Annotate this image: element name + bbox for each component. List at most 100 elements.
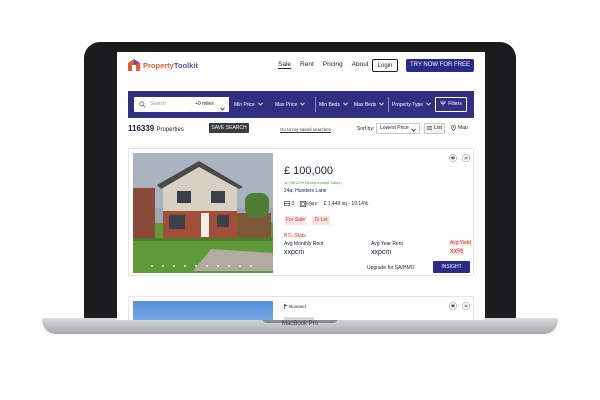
- device-label: MacBook Pro: [281, 321, 318, 327]
- listing-price-placeholder: [284, 317, 314, 320]
- close-icon[interactable]: [462, 154, 470, 162]
- chevron-down-icon: [258, 97, 263, 112]
- nav-rent[interactable]: Rent: [300, 61, 314, 68]
- insight-button[interactable]: INSIGHT: [433, 261, 470, 273]
- listing-address: 24a, Hunders Lane: [284, 188, 327, 194]
- logo-icon: [128, 59, 140, 71]
- carousel-dot[interactable]: [217, 265, 219, 267]
- list-view-button[interactable]: List: [424, 123, 445, 134]
- min-beds-select[interactable]: Min Beds: [319, 97, 348, 112]
- nav-sale[interactable]: Sale: [278, 61, 291, 68]
- sort-select[interactable]: Lowest Price: [376, 123, 420, 134]
- chevron-down-icon: [426, 97, 431, 112]
- property-type-select[interactable]: Property Type: [392, 97, 431, 112]
- filters-button[interactable]: Filters: [435, 97, 467, 112]
- divider: [388, 97, 389, 112]
- flag-icon: [284, 304, 288, 310]
- heart-icon[interactable]: [449, 154, 457, 162]
- tag-for-sale: For Sale: [284, 216, 307, 225]
- search-icon: [139, 101, 146, 108]
- min-beds-label: Min Beds: [319, 101, 340, 108]
- boosted-label: Boosted: [289, 304, 306, 309]
- avg-monthly-rent-label: Avg Monthly Rent: [284, 241, 324, 247]
- map-pin-icon: [451, 124, 456, 132]
- max-price-label: Max Price: [275, 101, 298, 108]
- results-count-number: 116339: [128, 124, 155, 133]
- close-icon[interactable]: [462, 302, 470, 310]
- nav-links: Sale Rent Pricing About: [278, 61, 369, 68]
- avg-year-rent-value: xxpcm: [371, 249, 392, 256]
- nav-pricing[interactable]: Pricing: [323, 61, 343, 68]
- arrow-down-icon: [284, 181, 288, 185]
- avg-monthly-rent-value: xxpcm: [284, 249, 305, 256]
- search-placeholder: Search: [150, 101, 166, 107]
- max-beds-select[interactable]: Max Beds: [354, 97, 385, 112]
- listing-price: £ 100,000: [284, 165, 333, 177]
- chevron-down-icon: [411, 126, 416, 135]
- carousel-dot[interactable]: [151, 265, 153, 267]
- carousel-dot[interactable]: [162, 265, 164, 267]
- carousel-dot[interactable]: [239, 265, 241, 267]
- list-label: List: [434, 125, 442, 131]
- boosted-badge: Boosted: [284, 304, 306, 310]
- area-value: 69m²: [306, 201, 318, 208]
- saved-searches-link[interactable]: Go to my saved searches: [280, 127, 331, 132]
- sort-value: Lowest Price: [380, 125, 409, 131]
- carousel-dot[interactable]: [228, 265, 230, 267]
- area-stat: 69m²: [300, 201, 318, 208]
- min-price-select[interactable]: Min Price: [234, 97, 263, 112]
- filters-label: Filters: [448, 101, 462, 107]
- sort-label: Sort by:: [357, 126, 375, 132]
- listing-card[interactable]: £ 100,000 (56.22% Below market Value) 24…: [128, 148, 474, 276]
- top-nav: PropertyToolkit Sale Rent Pricing About …: [117, 52, 485, 80]
- beds-value: 3: [291, 201, 295, 208]
- chevron-down-icon: [220, 102, 225, 117]
- map-label: Map: [458, 125, 468, 131]
- carousel-dot[interactable]: [195, 265, 197, 267]
- listing-stats: 3 69m² £ 1,449 sq - 19.14%: [284, 201, 368, 207]
- price-per-sq: £ 1,449 sq - 19.14%: [323, 201, 369, 208]
- max-price-select[interactable]: Max Price: [275, 97, 306, 112]
- min-price-label: Min Price: [234, 101, 255, 108]
- avg-yield-value: xx%: [449, 248, 465, 255]
- chevron-down-icon: [300, 97, 306, 112]
- search-bar: Search +0 miles Min Price Max Price Min …: [128, 91, 474, 118]
- photo-carousel-dots: [151, 265, 252, 267]
- tag-to-let: To Let: [312, 216, 330, 225]
- save-search-button[interactable]: SAVE SEARCH: [209, 123, 249, 133]
- avg-year-rent-label: Avg Year Rent: [371, 241, 403, 247]
- radius-select[interactable]: +0 miles: [191, 97, 229, 112]
- logo-text: PropertyToolkit: [143, 60, 198, 70]
- heart-icon[interactable]: [449, 302, 457, 310]
- house-image: [133, 153, 273, 273]
- bed-icon: [284, 201, 291, 207]
- divider: [315, 97, 316, 112]
- upgrade-text[interactable]: Upgrade for SA/HMO: [367, 265, 415, 271]
- below-market-note: (56.22% Below market Value): [284, 180, 342, 185]
- list-icon: [427, 125, 433, 130]
- property-type-label: Property Type: [392, 101, 424, 108]
- radius-value: +0 miles: [195, 101, 214, 107]
- map-view-button[interactable]: Map: [451, 123, 468, 134]
- chevron-down-icon: [343, 97, 348, 112]
- results-count-label: Properties: [156, 127, 184, 133]
- nav-about[interactable]: About: [352, 61, 369, 68]
- btl-stats-title: BTL Stats: [284, 233, 306, 239]
- search-input[interactable]: Search: [134, 97, 193, 112]
- below-market-text: (56.22% Below market Value): [289, 180, 342, 185]
- carousel-dot[interactable]: [206, 265, 208, 267]
- carousel-dot[interactable]: [184, 265, 186, 267]
- listing-card[interactable]: Boosted: [128, 296, 474, 320]
- chevron-down-icon: [379, 97, 385, 112]
- beds-stat: 3: [284, 201, 294, 207]
- carousel-dot[interactable]: [173, 265, 175, 267]
- carousel-dot[interactable]: [250, 265, 252, 267]
- property-photo[interactable]: [133, 153, 273, 273]
- property-photo[interactable]: [133, 301, 273, 320]
- login-button[interactable]: Login: [372, 59, 398, 72]
- screen: PropertyToolkit Sale Rent Pricing About …: [117, 52, 485, 320]
- logo[interactable]: PropertyToolkit: [128, 59, 198, 71]
- try-free-button[interactable]: TRY NOW FOR FREE: [406, 59, 474, 72]
- filter-icon: [440, 101, 447, 106]
- avg-yield-label: Avg Yield: [449, 240, 472, 246]
